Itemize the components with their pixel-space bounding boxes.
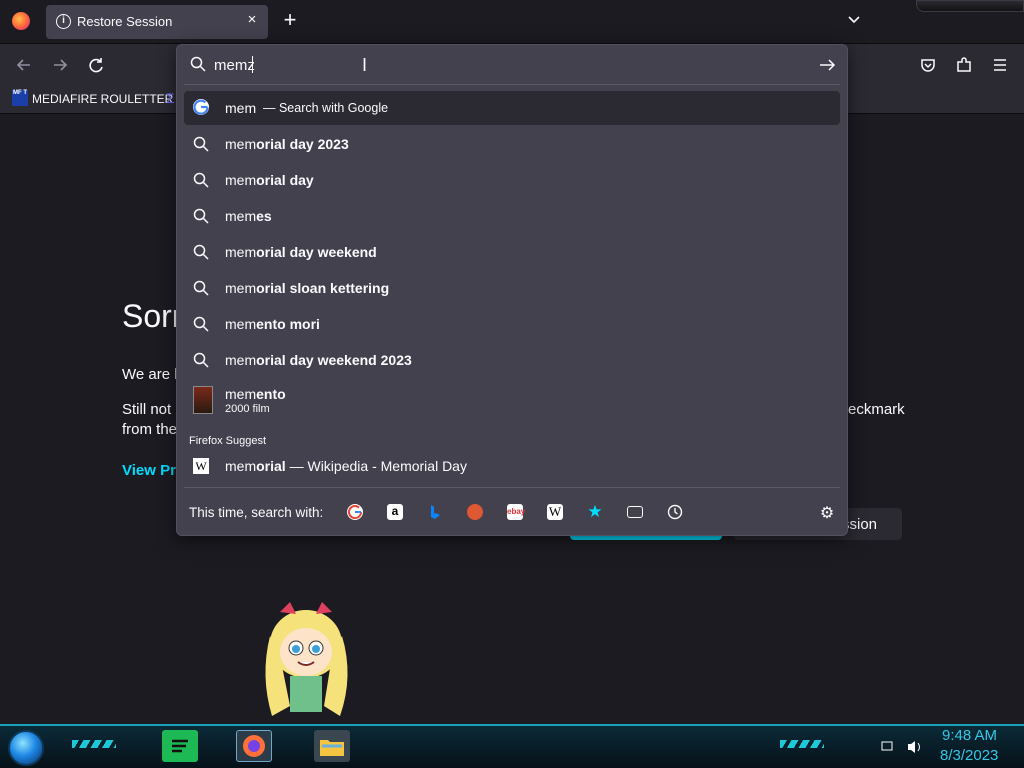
- suggestion-text: memorial sloan kettering: [225, 280, 390, 296]
- start-button[interactable]: [8, 730, 44, 766]
- suggestion-text: memes: [225, 208, 272, 224]
- extensions-puzzle-icon[interactable]: [950, 51, 978, 79]
- gear-icon[interactable]: ⚙: [818, 503, 836, 522]
- suggestion-text: memorial day: [225, 172, 314, 188]
- firefox-suggest-label: Firefox Suggest: [189, 435, 267, 447]
- page-text-line: eckmark: [848, 401, 905, 418]
- google-icon: [193, 99, 209, 115]
- info-icon: i: [56, 14, 71, 29]
- tab-title: Restore Session: [77, 14, 173, 29]
- reload-icon[interactable]: [82, 51, 110, 79]
- suggestion-subtitle: 2000 film: [225, 403, 270, 415]
- window-controls-decoration: [916, 0, 1024, 12]
- suggestion-item[interactable]: [184, 199, 840, 233]
- system-tray-network-volume-icons[interactable]: [880, 738, 930, 756]
- suggestion-text: memorial day weekend 2023: [225, 352, 412, 368]
- taskbar: [0, 724, 1024, 768]
- back-arrow-icon[interactable]: [10, 51, 38, 79]
- wikipedia-icon[interactable]: W: [547, 504, 563, 520]
- google-icon[interactable]: [347, 504, 363, 520]
- search-icon: [190, 56, 206, 72]
- taskbar-app-firefox-icon[interactable]: [236, 730, 272, 762]
- movie-poster-thumbnail: [193, 386, 213, 414]
- search-icon: [193, 244, 209, 260]
- bing-icon[interactable]: [427, 504, 443, 520]
- taskbar-decoration: [72, 740, 116, 748]
- bookmarks-star-icon[interactable]: ★: [587, 503, 603, 520]
- clock-time[interactable]: 9:48 AM: [942, 727, 997, 744]
- taskbar-app-file-explorer-icon[interactable]: [314, 730, 350, 762]
- go-arrow-icon[interactable]: [816, 54, 838, 76]
- wikipedia-icon: W: [193, 458, 209, 474]
- suggestion-typed-text: mem: [225, 100, 257, 116]
- divider: [184, 487, 840, 488]
- new-tab-button[interactable]: +: [280, 9, 300, 33]
- tabs-icon[interactable]: [627, 506, 643, 518]
- ebay-icon[interactable]: ebay: [507, 504, 525, 520]
- suggestion-text: memorial day weekend: [225, 244, 377, 260]
- page-heading: Sorr: [122, 298, 183, 334]
- pocket-icon[interactable]: [914, 51, 942, 79]
- divider: [184, 84, 840, 85]
- search-icon: [193, 352, 209, 368]
- suggestion-text: memento: [225, 386, 286, 402]
- suggestion-engine-label: — Search with Google: [263, 101, 389, 115]
- search-icon: [193, 136, 209, 152]
- search-icon: [193, 316, 209, 332]
- search-icon: [193, 172, 209, 188]
- mediafire-favicon-icon: MF T: [12, 90, 28, 106]
- list-all-tabs-chevron-icon[interactable]: [844, 10, 864, 30]
- cartoon-character-sticker: [250, 596, 362, 724]
- tab-close-button[interactable]: ×: [244, 11, 260, 31]
- search-with-label: This time, search with:: [189, 505, 324, 520]
- forward-arrow-icon[interactable]: [46, 51, 74, 79]
- suggestion-text: memorial day 2023: [225, 136, 349, 152]
- duckduckgo-icon[interactable]: [467, 504, 483, 520]
- suggestion-text: memento mori: [225, 316, 320, 332]
- ibeam-cursor-icon: I: [362, 55, 368, 75]
- text-caret: [252, 56, 253, 73]
- amazon-icon[interactable]: a: [387, 504, 403, 520]
- view-link[interactable]: View Pr: [122, 462, 176, 479]
- history-icon[interactable]: [667, 504, 683, 520]
- bookmark-mediafire-rouletter[interactable]: MEDIAFIRE ROULETTER: [32, 92, 173, 106]
- search-icon: [193, 280, 209, 296]
- taskbar-app-spotify-icon[interactable]: [162, 730, 198, 762]
- page-text-line: from the: [122, 421, 178, 438]
- url-input[interactable]: [214, 55, 794, 75]
- page-text-line: Still not: [122, 401, 172, 418]
- taskbar-decoration: [780, 740, 824, 748]
- search-icon: [193, 208, 209, 224]
- suggestion-text: memorial — Wikipedia - Memorial Day: [225, 458, 467, 474]
- hamburger-menu-icon[interactable]: [986, 51, 1014, 79]
- firefox-logo-icon[interactable]: [12, 12, 30, 30]
- page-text-line: We are h: [122, 366, 183, 383]
- clock-date[interactable]: 8/3/2023: [940, 747, 998, 764]
